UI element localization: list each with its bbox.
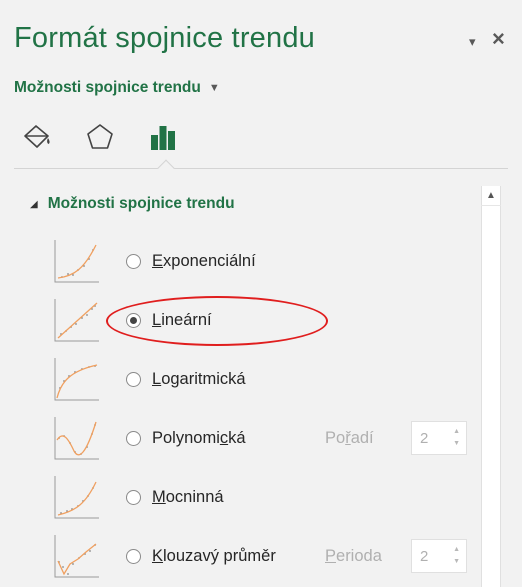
tab-selected-notch	[157, 159, 175, 177]
logarithmic-trend-icon	[54, 358, 99, 401]
radio-exponential[interactable]	[126, 254, 141, 269]
section-dropdown-label: Možnosti spojnice trendu	[14, 79, 201, 96]
option-exponential[interactable]: Exponenciální	[0, 233, 480, 291]
moving-average-trend-icon	[54, 535, 99, 578]
label-moving-average[interactable]: Klouzavý průměr	[152, 547, 276, 566]
bar-chart-options-icon	[151, 126, 175, 150]
radio-logarithmic[interactable]	[126, 372, 141, 387]
period-spinner[interactable]: 2 ▲ ▼	[411, 539, 467, 573]
option-linear[interactable]: Lineární	[0, 292, 480, 350]
period-label: Perioda	[325, 547, 382, 565]
option-moving-average[interactable]: Klouzavý průměr Perioda 2 ▲ ▼	[0, 528, 480, 586]
order-label: Pořadí	[325, 429, 374, 447]
tab-divider	[14, 168, 508, 169]
order-spinner[interactable]: 2 ▲ ▼	[411, 421, 467, 455]
tab-fill-line[interactable]	[20, 120, 54, 154]
section-dropdown[interactable]: Možnosti spojnice trendu ▼	[14, 79, 220, 97]
fill-bucket-icon	[24, 125, 50, 148]
spin-down-icon[interactable]: ▼	[453, 558, 460, 565]
option-logarithmic[interactable]: Logaritmická	[0, 351, 480, 409]
spin-down-icon[interactable]: ▼	[453, 440, 460, 447]
radio-moving-average[interactable]	[126, 549, 141, 564]
group-header[interactable]: ◢ Možnosti spojnice trendu	[30, 195, 235, 213]
pane-options-icon[interactable]: ▾	[469, 34, 476, 50]
pentagon-effects-icon	[87, 124, 113, 149]
group-title: Možnosti spojnice trendu	[47, 195, 235, 212]
format-trendline-pane: Formát spojnice trendu ▾ × Možnosti spoj…	[0, 0, 522, 587]
radio-power[interactable]	[126, 490, 141, 505]
polynomial-trend-icon	[54, 417, 99, 460]
spin-up-icon[interactable]: ▲	[453, 546, 460, 553]
radio-linear[interactable]	[126, 313, 141, 328]
scroll-up-icon[interactable]: ▲	[481, 186, 501, 206]
pane-title: Formát spojnice trendu	[14, 22, 315, 54]
label-logarithmic[interactable]: Logaritmická	[152, 370, 246, 389]
option-polynomial[interactable]: Polynomická Pořadí 2 ▲ ▼	[0, 410, 480, 468]
exponential-trend-icon	[54, 240, 99, 283]
label-polynomial[interactable]: Polynomická	[152, 429, 246, 448]
label-power[interactable]: Mocninná	[152, 488, 224, 507]
period-value[interactable]: 2	[420, 548, 428, 565]
radio-polynomial[interactable]	[126, 431, 141, 446]
collapse-triangle-icon: ◢	[30, 198, 38, 210]
linear-trend-icon	[54, 299, 99, 342]
label-exponential[interactable]: Exponenciální	[152, 252, 256, 271]
tab-trendline-options[interactable]	[146, 120, 180, 154]
label-linear[interactable]: Lineární	[152, 311, 212, 330]
close-icon[interactable]: ×	[492, 26, 505, 52]
tab-effects[interactable]	[83, 120, 117, 154]
caret-down-icon: ▼	[208, 82, 220, 94]
spin-up-icon[interactable]: ▲	[453, 428, 460, 435]
scrollbar[interactable]	[481, 186, 501, 587]
option-power[interactable]: Mocninná	[0, 469, 480, 527]
power-trend-icon	[54, 476, 99, 519]
order-value[interactable]: 2	[420, 430, 428, 447]
